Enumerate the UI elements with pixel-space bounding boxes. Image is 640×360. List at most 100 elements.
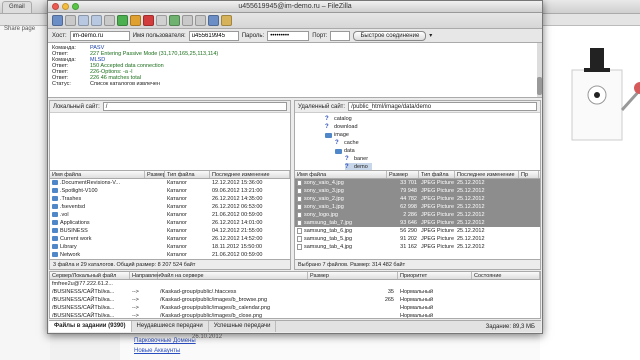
queue-row[interactable]: fmfree2u@77.222.61.2... [50, 280, 540, 288]
password-input[interactable] [267, 30, 310, 41]
username-input[interactable] [188, 30, 239, 41]
queue-cell-remote: /Kaskad-group/public/images/b_browse.png [160, 297, 268, 303]
process-queue-icon[interactable] [130, 15, 141, 26]
unknown-folder-icon: ? [345, 164, 349, 170]
browser-tab[interactable]: Gmail [2, 1, 32, 13]
toggle-log-icon[interactable] [65, 15, 76, 26]
port-input[interactable] [330, 30, 351, 41]
tab-queued-files[interactable]: Файлы в задании (9390) [49, 321, 132, 332]
queue-cell-remote [158, 280, 308, 288]
toggle-local-tree-icon[interactable] [78, 15, 89, 26]
local-col-size[interactable]: Размер [145, 171, 165, 178]
queue-col-size[interactable]: Размер [308, 272, 398, 279]
zoom-window-button[interactable] [72, 3, 79, 10]
link-new-accounts[interactable]: Новые Аккаунты [134, 348, 180, 354]
remote-file-type: JPEG Picture [421, 188, 455, 194]
local-list-header: Имя файла Размер Тип файла Последнее изм… [50, 171, 290, 179]
remote-tree-item[interactable]: data [335, 147, 359, 155]
local-path-input[interactable]: / [102, 102, 287, 111]
remote-tree-item[interactable]: ? download [325, 123, 362, 131]
local-file-row[interactable]: BUSINESS Каталог 04.12.2012 21:55:00 [50, 227, 290, 235]
cancel-operation-icon[interactable] [143, 15, 154, 26]
local-col-name[interactable]: Имя файла [50, 171, 145, 178]
remote-file-date: 25.12.2012 [457, 196, 485, 202]
remote-col-name[interactable]: Имя файла [295, 171, 387, 178]
local-file-size [145, 251, 165, 259]
local-tree[interactable] [50, 113, 290, 171]
remote-file-row[interactable]: samsung_tab_7.jpg 93 646 JPEG Picture 25.12… [295, 219, 540, 227]
toggle-remote-tree-icon[interactable] [91, 15, 102, 26]
remote-file-row[interactable]: sony_vaio_1.jpg 62 998 JPEG Picture 25.12.2… [295, 203, 540, 211]
local-file-row[interactable]: .Spotlight-V100 Каталог 09.06.2012 13:21:0… [50, 187, 290, 195]
folder-icon [52, 236, 58, 242]
site-manager-icon[interactable] [52, 15, 63, 26]
local-file-row[interactable]: Current work Каталог 26.12.2012 14:52:00 [50, 235, 290, 243]
remote-tree-item[interactable]: ? cache [335, 139, 363, 147]
local-file-row[interactable]: Network Каталог 21.06.2012 00:59:00 [50, 251, 290, 259]
reconnect-icon[interactable] [169, 15, 180, 26]
minimize-window-button[interactable] [62, 3, 69, 10]
remote-file-row[interactable]: samsung_tab_4.jpg 31 162 JPEG Picture 25.12… [295, 243, 540, 251]
queue-row[interactable]: /BUSINESS/САЙТЫ/ка... --> /Kaskad-group/pu… [50, 296, 540, 304]
remote-file-row[interactable]: samsung_tab_6.jpg 56 290 JPEG Picture 25.12… [295, 227, 540, 235]
remote-file-row[interactable]: samsung_tab_5.jpg 91 202 JPEG Picture 25.12… [295, 235, 540, 243]
quickconnect-dropdown-icon[interactable]: ▾ [429, 32, 432, 39]
host-input[interactable] [69, 30, 130, 41]
local-file-type: Каталог [167, 188, 187, 194]
link-parking-domains[interactable]: Парковочные Домены [134, 338, 196, 344]
queue-row[interactable]: /BUSINESS/САЙТЫ/ка... --> /Kaskad-group/pu… [50, 312, 540, 320]
remote-site-label: Удаленный сайт: [298, 103, 346, 110]
local-file-row[interactable]: Library Каталог 18.11.2012 15:50:00 [50, 243, 290, 251]
share-page-label[interactable]: Share page [4, 26, 35, 32]
remote-path-input[interactable]: /public_html/image/data/demo [348, 102, 537, 111]
queue-col-local[interactable]: Сервер/Локальный файл [50, 272, 130, 279]
filter-icon[interactable] [182, 15, 193, 26]
remote-file-row[interactable]: sony_vaio_2.jpg 44 782 JPEG Picture 25.12.2… [295, 195, 540, 203]
remote-tree-label: cache [344, 140, 359, 146]
search-files-icon[interactable] [221, 15, 232, 26]
queue-col-direction[interactable]: Направлен [130, 272, 160, 279]
queue-cell-dir: --> [132, 297, 139, 303]
remote-tree-item[interactable]: ? demo [345, 163, 372, 170]
remote-tree-item[interactable]: ? catalog [325, 115, 356, 123]
remote-file-row[interactable]: sony_logo.jpg 2 286 JPEG Picture 25.12.2012 [295, 211, 540, 219]
local-col-date[interactable]: Последнее изменение [210, 171, 290, 178]
remote-file-row[interactable]: sony_vaio_3.jpg 79 948 JPEG Picture 25.12.2… [295, 187, 540, 195]
compare-dirs-icon[interactable] [195, 15, 206, 26]
quickconnect-button[interactable]: Быстрое соединение [353, 30, 427, 41]
queue-row[interactable]: /BUSINESS/САЙТЫ/ка... --> /Kaskad-group/pu… [50, 288, 540, 296]
window-title: u455619945@im-demo.ru – FileZilla [238, 3, 352, 10]
remote-col-size[interactable]: Размер [387, 171, 419, 178]
tab-successful-transfers[interactable]: Успешные передачи [209, 321, 277, 332]
remote-file-row[interactable]: sony_vaio_4.jpg 33 701 JPEG Picture 25.12.2… [295, 179, 540, 187]
local-file-row[interactable]: .fseventsd Каталог 26.12.2012 06:53:00 [50, 203, 290, 211]
toggle-queue-icon[interactable] [104, 15, 115, 26]
remote-col-date[interactable]: Последнее изменение [455, 171, 519, 178]
log-entry-message: 227 Entering Passive Mode (31,170,165,25… [90, 51, 219, 57]
queue-col-state[interactable]: Состояние [472, 272, 540, 279]
sync-browse-icon[interactable] [208, 15, 219, 26]
remote-tree-label: baner [354, 156, 369, 162]
local-file-row[interactable]: .Trashes Каталог 26.12.2012 14:35:00 [50, 195, 290, 203]
remote-col-perm[interactable]: Пр [519, 171, 539, 178]
queue-col-priority[interactable]: Приоритет [398, 272, 472, 279]
disconnect-icon[interactable] [156, 15, 167, 26]
local-file-row[interactable]: Applications Каталог 26.12.2012 14:01:00 [50, 219, 290, 227]
tab-failed-transfers[interactable]: Неудавшиеся передачи [132, 321, 209, 332]
host-label: Хост: [52, 32, 67, 39]
log-scroll-thumb[interactable] [537, 77, 542, 95]
remote-file-name-text: sony_vaio_4.jpg [304, 180, 344, 186]
refresh-icon[interactable] [117, 15, 128, 26]
remote-file-type: JPEG Picture [421, 204, 455, 210]
remote-tree-item[interactable]: image [325, 131, 353, 139]
remote-col-type[interactable]: Тип файла [419, 171, 455, 178]
queue-row[interactable]: /BUSINESS/САЙТЫ/ка... --> /Kaskad-group/pu… [50, 304, 540, 312]
local-file-row[interactable]: .DocumentRevisions-V... Каталог 12.12.2012… [50, 179, 290, 187]
remote-file-name: sony_logo.jpg [295, 211, 387, 219]
local-file-row[interactable]: .vol Каталог 21.06.2012 00:59:00 [50, 211, 290, 219]
local-file-date: 18.11.2012 15:50:00 [212, 244, 263, 250]
close-window-button[interactable] [52, 3, 59, 10]
local-col-type[interactable]: Тип файла [165, 171, 210, 178]
queue-col-remote[interactable]: Файл на сервере [158, 272, 308, 279]
remote-tree-item[interactable]: ? baner [345, 155, 372, 163]
